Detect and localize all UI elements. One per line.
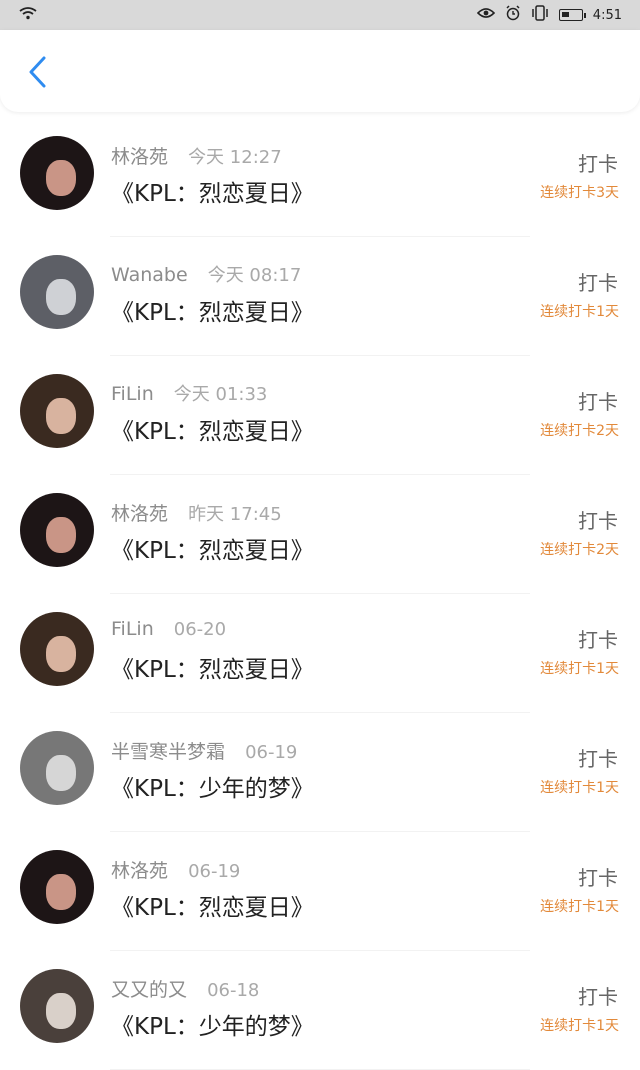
- time: 昨天 17:45: [188, 504, 282, 525]
- avatar[interactable]: [20, 493, 94, 567]
- streak-label: 连续打卡1天: [540, 899, 619, 915]
- user-name: FiLin: [111, 618, 154, 640]
- checkin-button[interactable]: 打卡: [578, 148, 618, 177]
- checkin-button[interactable]: 打卡: [578, 505, 618, 534]
- avatar[interactable]: [20, 850, 94, 924]
- time: 06-20: [173, 619, 227, 640]
- user-name: 又又的又: [111, 979, 188, 1001]
- item-title: 《KPL：少年的梦》: [111, 776, 314, 802]
- avatar[interactable]: [20, 374, 94, 448]
- avatar[interactable]: [20, 731, 94, 805]
- item-title: 《KPL：烈恋夏日》: [111, 657, 314, 683]
- user-name: Wanabe: [111, 264, 188, 286]
- item-title: 《KPL：烈恋夏日》: [111, 419, 314, 445]
- user-name: 林洛苑: [111, 503, 169, 525]
- streak-label: 连续打卡1天: [540, 1018, 619, 1034]
- status-left: [18, 6, 38, 24]
- streak-label: 连续打卡1天: [540, 661, 619, 677]
- user-meta: Wanabe 今天 08:17: [111, 261, 301, 287]
- user-meta: 林洛苑 06-19: [111, 856, 240, 883]
- user-meta: FiLin 06-20: [111, 618, 226, 640]
- time: 06-19: [245, 742, 298, 763]
- user-meta: 又又的又 06-18: [111, 975, 259, 1002]
- checkin-button[interactable]: 打卡: [578, 743, 618, 772]
- list-item[interactable]: 又又的又 06-18 《KPL：少年的梦》 打卡 连续打卡1天: [0, 951, 640, 1070]
- checkin-button[interactable]: 打卡: [578, 981, 618, 1010]
- alarm-icon: [505, 5, 521, 25]
- list-item[interactable]: Wanabe 今天 08:17 《KPL：烈恋夏日》 打卡 连续打卡1天: [0, 237, 640, 356]
- item-title: 《KPL：烈恋夏日》: [111, 895, 314, 921]
- checkin-button[interactable]: 打卡: [578, 386, 618, 415]
- list-item[interactable]: 林洛苑 昨天 17:45 《KPL：烈恋夏日》 打卡 连续打卡2天: [0, 475, 640, 594]
- streak-label: 连续打卡1天: [540, 304, 619, 320]
- vibrate-icon: [531, 5, 549, 25]
- streak-label: 连续打卡2天: [540, 423, 619, 439]
- time: 06-19: [188, 861, 241, 882]
- time: 今天 08:17: [207, 265, 302, 286]
- user-meta: 半雪寒半梦霜 06-19: [111, 737, 297, 764]
- battery-icon: [558, 9, 586, 21]
- item-title: 《KPL：烈恋夏日》: [111, 300, 314, 326]
- checkin-button[interactable]: 打卡: [578, 862, 618, 891]
- user-name: 林洛苑: [111, 146, 169, 168]
- status-bar: 4:51: [0, 0, 640, 30]
- wifi-icon: [18, 6, 38, 24]
- user-meta: FiLin 今天 01:33: [111, 380, 267, 406]
- time: 今天 12:27: [188, 147, 282, 168]
- chevron-left-icon[interactable]: [26, 55, 48, 93]
- back-button[interactable]: [20, 54, 54, 94]
- streak-label: 连续打卡2天: [540, 542, 619, 558]
- item-title: 《KPL：少年的梦》: [111, 1014, 314, 1040]
- streak-label: 连续打卡1天: [540, 780, 619, 796]
- list-item[interactable]: FiLin 今天 01:33 《KPL：烈恋夏日》 打卡 连续打卡2天: [0, 356, 640, 475]
- user-meta: 林洛苑 今天 12:27: [111, 142, 282, 169]
- user-meta: 林洛苑 昨天 17:45: [111, 499, 282, 526]
- status-time: 4:51: [592, 7, 622, 23]
- avatar[interactable]: [20, 969, 94, 1043]
- eye-icon: [476, 7, 495, 23]
- user-name: 林洛苑: [111, 860, 169, 882]
- checkin-button[interactable]: 打卡: [578, 624, 618, 653]
- item-title: 《KPL：烈恋夏日》: [111, 538, 314, 564]
- list-item[interactable]: 半雪寒半梦霜 06-19 《KPL：少年的梦》 打卡 连续打卡1天: [0, 713, 640, 832]
- user-name: FiLin: [111, 383, 154, 405]
- streak-label: 连续打卡3天: [540, 185, 619, 201]
- item-title: 《KPL：烈恋夏日》: [111, 181, 314, 207]
- avatar[interactable]: [20, 612, 94, 686]
- checkin-button[interactable]: 打卡: [578, 267, 618, 296]
- list-item[interactable]: 林洛苑 06-19 《KPL：烈恋夏日》 打卡 连续打卡1天: [0, 832, 640, 951]
- avatar[interactable]: [20, 136, 94, 210]
- avatar[interactable]: [20, 255, 94, 329]
- list-item[interactable]: FiLin 06-20 《KPL：烈恋夏日》 打卡 连续打卡1天: [0, 594, 640, 713]
- list-item[interactable]: 林洛苑 今天 12:27 《KPL：烈恋夏日》 打卡 连续打卡3天: [0, 118, 640, 237]
- checkin-list: 林洛苑 今天 12:27 《KPL：烈恋夏日》 打卡 连续打卡3天 Wanabe…: [0, 118, 640, 1070]
- time: 今天 01:33: [173, 384, 268, 405]
- user-name: 半雪寒半梦霜: [111, 741, 226, 763]
- status-right: 4:51: [476, 5, 622, 25]
- top-navigation: [0, 30, 640, 112]
- time: 06-18: [207, 980, 260, 1001]
